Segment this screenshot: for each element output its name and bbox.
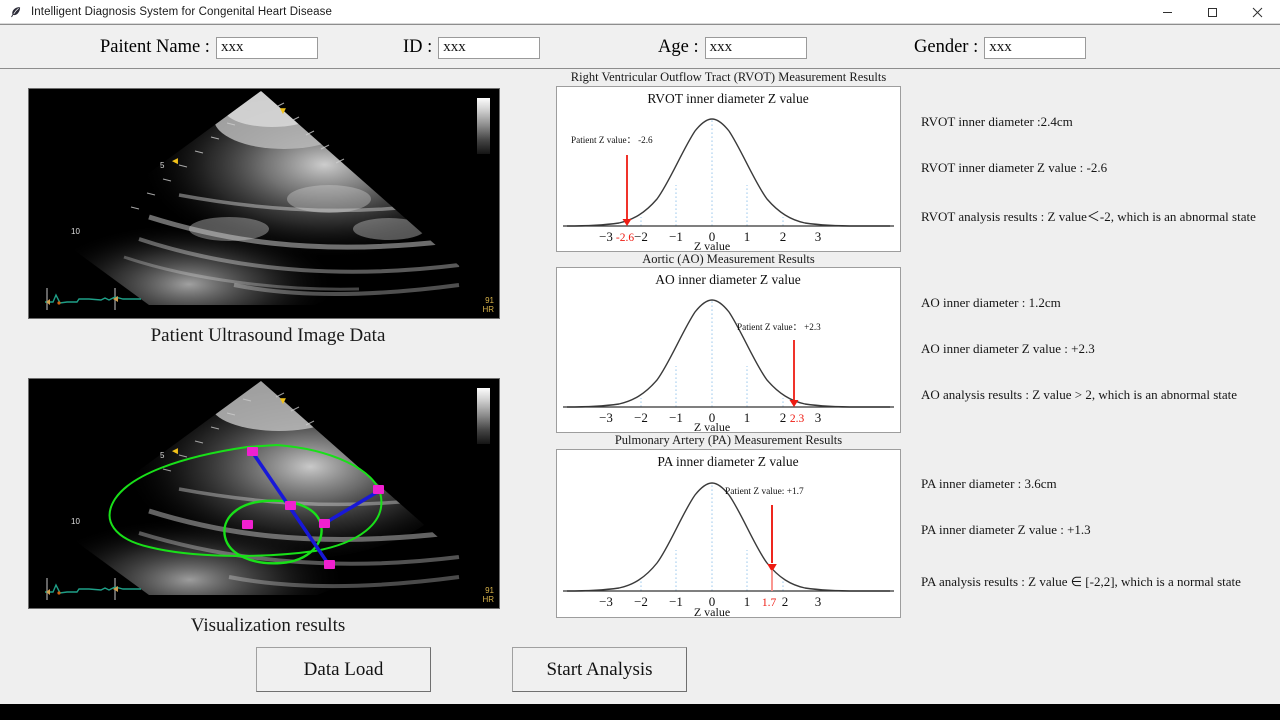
rvot-chart: RVOT inner diameter Z value Patient Z va…	[556, 86, 901, 252]
ao-tick--3: −3	[599, 410, 613, 425]
rvot-tick-1: 1	[744, 229, 751, 244]
patient-gender-input[interactable]: xxx	[984, 36, 1087, 59]
visualization-canvas: 10 5 ◄ ▼ 91 HR	[29, 379, 499, 608]
depth-label-5: 5	[160, 161, 165, 170]
patient-age-label: Age :	[658, 37, 699, 57]
pa-tick-2: 2	[782, 594, 789, 609]
rvot-tick--1: −1	[669, 229, 683, 244]
ultrasound-render-1	[29, 89, 499, 318]
ao-result-zvalue: AO inner diameter Z value : +2.3	[921, 341, 1095, 356]
rvot-result-diameter: RVOT inner diameter :2.4cm	[921, 114, 1073, 129]
patient-gender-label: Gender :	[914, 37, 979, 57]
main-content: 10 5 ◄ ▼ 91 HR Patient Ultrasound Image …	[0, 70, 1280, 704]
heart-rate-readout: 91 HR	[482, 296, 494, 314]
window-title: Intelligent Diagnosis System for Congeni…	[31, 5, 333, 18]
ao-chart: AO inner diameter Z value Patient Z valu…	[556, 267, 901, 433]
pa-marker-label: 1.7	[762, 597, 777, 609]
patient-id-input[interactable]: xxx	[438, 36, 541, 59]
pa-tick--2: −2	[634, 594, 648, 609]
visualization-caption: Visualization results	[190, 615, 346, 636]
pa-tick-1: 1	[744, 594, 751, 609]
rvot-tick-3: 3	[815, 229, 822, 244]
ultrasound-image-caption: Patient Ultrasound Image Data	[150, 325, 386, 346]
ao-tick-1: 1	[744, 410, 751, 425]
ao-tick--1: −1	[669, 410, 683, 425]
patient-ultrasound-image: 10 5 ◄ ▼ 91 HR	[28, 88, 500, 319]
patient-age-field-group: Age : xxx	[658, 25, 807, 70]
patient-info-bar: Paitent Name : xxx ID : xxx Age : xxx Ge…	[0, 24, 1280, 69]
pa-annotation: Patient Z value: +1.7	[725, 487, 804, 497]
minimize-button[interactable]	[1145, 0, 1190, 24]
depth-label-5-b: 5	[160, 451, 165, 460]
pa-chart-title: PA inner diameter Z value	[657, 454, 798, 469]
ao-result-diameter: AO inner diameter : 1.2cm	[921, 295, 1061, 310]
patient-name-label: Paitent Name :	[100, 37, 210, 57]
grayscale-bar-icon	[477, 98, 490, 154]
ao-x-axis-label: Z value	[694, 420, 730, 432]
rvot-tick--2: −2	[634, 229, 648, 244]
visualization-image: 10 5 ◄ ▼ 91 HR	[28, 378, 500, 609]
pa-chart-svg: PA inner diameter Z value Patient Z valu…	[557, 450, 900, 617]
rvot-x-axis-label: Z value	[694, 239, 730, 251]
start-analysis-button[interactable]: Start Analysis	[512, 647, 687, 692]
heart-rate-readout-2: 91 HR	[482, 586, 494, 604]
ao-tick-2: 2	[780, 410, 787, 425]
patient-age-input[interactable]: xxx	[704, 36, 807, 59]
feather-icon	[7, 4, 23, 20]
close-button[interactable]	[1235, 0, 1280, 24]
pa-result-zvalue: PA inner diameter Z value : +1.3	[921, 522, 1091, 537]
ao-chart-title: AO inner diameter Z value	[655, 272, 800, 287]
ao-tick--2: −2	[634, 410, 648, 425]
ao-tick-3: 3	[815, 410, 822, 425]
rvot-marker-label: -2.6	[616, 232, 634, 244]
patient-name-field-group: Paitent Name : xxx	[100, 25, 318, 70]
patient-id-label: ID :	[403, 37, 433, 57]
bottom-bar	[0, 704, 1280, 720]
marker-caret-top-icon: ▼	[278, 106, 288, 117]
rvot-panel-title: Right Ventricular Outflow Tract (RVOT) M…	[570, 70, 887, 84]
rvot-tick-2: 2	[780, 229, 787, 244]
pa-chart: PA inner diameter Z value Patient Z valu…	[556, 449, 901, 618]
depth-label-10-b: 10	[71, 517, 80, 526]
visualization-render	[29, 379, 499, 608]
title-bar: Intelligent Diagnosis System for Congeni…	[0, 0, 1280, 24]
patient-id-field-group: ID : xxx	[403, 25, 541, 70]
maximize-button[interactable]	[1190, 0, 1235, 24]
rvot-result-zvalue: RVOT inner diameter Z value : -2.6	[921, 160, 1108, 175]
heart-rate-label: HR	[482, 304, 494, 314]
rvot-tick--3: −3	[599, 229, 613, 244]
pa-result-diameter: PA inner diameter : 3.6cm	[921, 476, 1057, 491]
patient-gender-field-group: Gender : xxx	[914, 25, 1087, 70]
pa-tick--1: −1	[669, 594, 683, 609]
ao-result-analysis: AO analysis results : Z value > 2, which…	[921, 387, 1238, 402]
pa-result-analysis: PA analysis results : Z value ∈ [-2,2], …	[921, 574, 1241, 589]
ultrasound-canvas: 10 5 ◄ ▼ 91 HR	[29, 89, 499, 318]
rvot-result-analysis: RVOT analysis results : Z value＜-2, whic…	[921, 209, 1256, 224]
pa-panel-title: Pulmonary Artery (PA) Measurement Result…	[614, 433, 843, 447]
rvot-annotation: Patient Z value： -2.6	[571, 135, 653, 145]
depth-label-10: 10	[71, 227, 80, 236]
pa-tick--3: −3	[599, 594, 613, 609]
heart-rate-label-2: HR	[482, 594, 494, 604]
ao-panel-title: Aortic (AO) Measurement Results	[642, 252, 815, 266]
marker-caret-top-icon-2: ▼	[278, 396, 288, 407]
data-load-button[interactable]: Data Load	[256, 647, 431, 692]
pa-tick-3: 3	[815, 594, 822, 609]
ao-marker-label: 2.3	[790, 413, 805, 425]
pa-x-axis-label: Z value	[694, 605, 730, 617]
ecg-trace-2	[45, 578, 141, 600]
window-controls	[1145, 0, 1280, 24]
rvot-chart-svg: RVOT inner diameter Z value Patient Z va…	[557, 87, 900, 251]
grayscale-bar-icon-2	[477, 388, 490, 444]
ao-annotation: Patient Z value： +2.3	[737, 322, 821, 332]
marker-caret-left-icon-2: ◄	[170, 446, 180, 457]
patient-name-input[interactable]: xxx	[215, 36, 318, 59]
marker-caret-left-icon: ◄	[170, 156, 180, 167]
ao-chart-svg: AO inner diameter Z value Patient Z valu…	[557, 268, 900, 432]
rvot-chart-title: RVOT inner diameter Z value	[647, 91, 808, 106]
ecg-trace	[45, 288, 141, 310]
